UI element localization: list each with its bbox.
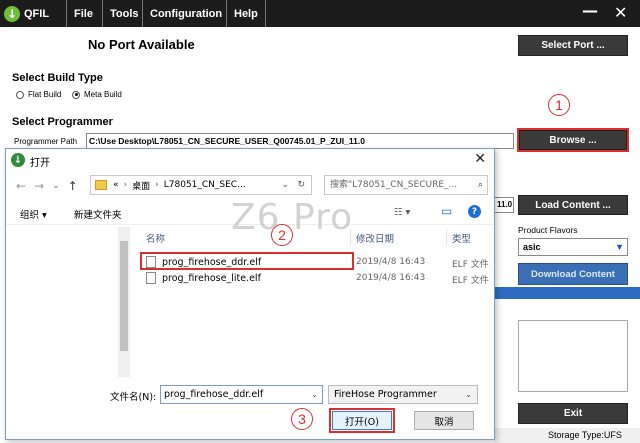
app-logo: ↓ QFIL (4, 4, 49, 23)
file-type: ELF 文件 (452, 260, 489, 270)
column-divider (350, 229, 351, 245)
file-date: 2019/4/8 16:43 (356, 257, 426, 267)
filetype-select[interactable]: FireHose Programmer ⌄ (328, 385, 478, 404)
chevron-right-icon: › (155, 180, 159, 190)
view-options-icon[interactable]: ☷ ▾ (394, 207, 410, 218)
exit-button[interactable]: Exit (518, 403, 628, 424)
address-part-desktop[interactable]: 桌面 (132, 179, 150, 192)
product-flavor-select[interactable]: asic ▼ (518, 238, 628, 256)
port-status: No Port Available (88, 37, 195, 52)
progress-bar (494, 287, 640, 299)
column-name[interactable]: 名称 (146, 231, 165, 245)
search-placeholder: 搜索"L78051_CN_SECURE_... (330, 180, 458, 190)
download-arrow-icon: ↓ (4, 5, 20, 22)
refresh-icon[interactable]: ↻ (297, 180, 305, 190)
menu-file[interactable]: File (66, 0, 102, 27)
radio-flat-build[interactable]: Flat Build (16, 90, 61, 99)
search-icon: ⌕ (477, 180, 483, 190)
chevron-right-icon: › (123, 180, 128, 190)
help-icon[interactable]: ? (468, 205, 481, 218)
folder-icon (95, 180, 107, 190)
step-2-marker: 2 (271, 224, 293, 246)
address-overflow: « (113, 180, 119, 190)
dialog-app-icon: ↓ (11, 153, 25, 167)
highlight-file (140, 252, 354, 270)
nav-scrollbar-thumb[interactable] (120, 241, 128, 351)
search-input[interactable]: 搜索"L78051_CN_SECURE_... ⌕ (324, 175, 488, 195)
forward-arrow-icon[interactable]: → (34, 179, 44, 193)
menu-configuration[interactable]: Configuration (142, 0, 226, 27)
dropdown-arrow-icon[interactable]: ⌄ (311, 386, 318, 403)
radio-label: Flat Build (28, 90, 62, 99)
file-name: prog_firehose_lite.elf (162, 272, 261, 284)
highlight-open (329, 408, 395, 433)
menu-help[interactable]: Help (226, 0, 266, 27)
minimize-icon[interactable]: — (582, 1, 598, 20)
programmer-heading: Select Programmer (12, 116, 113, 128)
log-area (518, 320, 628, 392)
address-bar[interactable]: « › 桌面 › L78051_CN_SEC... ⌄ ↻ (90, 175, 312, 195)
product-flavor-value: asic (523, 242, 541, 252)
filename-value: prog_firehose_ddr.elf (164, 389, 264, 400)
dropdown-arrow-icon: ▼ (615, 242, 624, 252)
radio-label: Meta Build (84, 90, 122, 99)
radio-circle-icon (72, 90, 80, 99)
radio-circle-icon (16, 90, 24, 99)
menu-tools[interactable]: Tools (102, 0, 142, 27)
file-icon (146, 272, 156, 284)
open-file-dialog: ↓ 打开 ✕ ← → ⌄ ↑ « › 桌面 › L78051_CN_SEC...… (5, 148, 495, 440)
select-port-button[interactable]: Select Port ... (518, 35, 628, 56)
address-dropdown-icon[interactable]: ⌄ (281, 180, 289, 190)
navigation-pane (6, 227, 134, 377)
new-folder-button[interactable]: 新建文件夹 (74, 207, 122, 221)
file-type: ELF 文件 (452, 276, 489, 286)
radio-meta-build[interactable]: Meta Build (72, 90, 122, 99)
programmer-path-label: Programmer Path (14, 137, 78, 146)
filename-input[interactable]: prog_firehose_ddr.elf ⌄ (160, 385, 323, 404)
file-row[interactable]: prog_firehose_lite.elf (146, 270, 261, 286)
load-content-button[interactable]: Load Content ... (518, 195, 628, 215)
build-type-heading: Select Build Type (12, 72, 103, 84)
dropdown-arrow-icon: ⌄ (465, 390, 472, 399)
download-content-button[interactable]: Download Content (518, 263, 628, 285)
filetype-value: FireHose Programmer (334, 389, 437, 400)
filename-label: 文件名(N): (110, 392, 157, 403)
dialog-titlebar: ↓ 打开 ✕ (6, 149, 494, 171)
column-modified[interactable]: 修改日期 (356, 231, 394, 245)
programmer-path-field[interactable]: C:\Use Desktop\L78051_CN_SECURE_USER_Q00… (86, 133, 514, 149)
content-path-field[interactable]: 11.0 (494, 197, 514, 213)
step-1-marker: 1 (548, 94, 570, 116)
column-type[interactable]: 类型 (452, 231, 471, 245)
up-arrow-icon[interactable]: ↑ (68, 179, 78, 193)
column-divider (446, 229, 447, 245)
menu-bar: ↓ QFIL File Tools Configuration Help — ✕ (0, 0, 640, 27)
nav-buttons: ← → ⌄ ↑ (16, 176, 86, 196)
product-flavors-label: Product Flavors (518, 225, 578, 235)
cancel-button[interactable]: 取消 (414, 411, 474, 430)
close-icon[interactable]: ✕ (474, 151, 486, 167)
address-part-folder[interactable]: L78051_CN_SEC... (164, 180, 246, 190)
preview-pane-icon[interactable]: ▭ (441, 204, 452, 218)
storage-type: Storage Type:UFS (548, 430, 622, 440)
close-icon[interactable]: ✕ (614, 3, 627, 22)
back-arrow-icon[interactable]: ← (16, 179, 26, 193)
highlight-browse (517, 128, 629, 152)
recent-locations-icon[interactable]: ⌄ (52, 181, 60, 191)
app-title: QFIL (24, 7, 50, 20)
organize-menu[interactable]: 组织 ▾ (20, 207, 47, 221)
file-date: 2019/4/8 16:43 (356, 273, 426, 283)
step-3-marker: 3 (291, 408, 313, 430)
dialog-title: 打开 (30, 158, 50, 169)
